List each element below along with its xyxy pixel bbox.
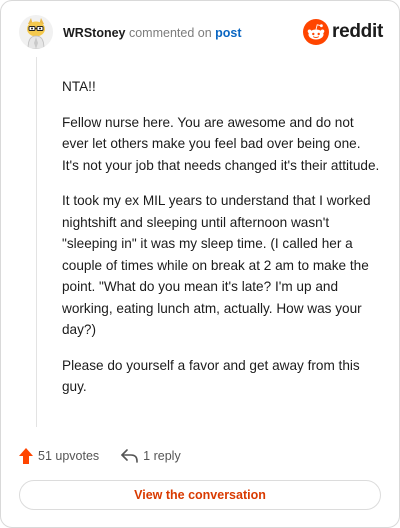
comment-paragraph: Fellow nurse here. You are awesome and d… — [62, 114, 380, 173]
comment-header: WRStoney commented on post reddit — [19, 15, 383, 51]
avatar[interactable] — [19, 15, 53, 49]
reddit-wordmark: reddit — [332, 21, 383, 42]
post-link[interactable]: post — [215, 26, 241, 40]
reddit-alien-icon — [303, 19, 330, 45]
reply-arrow-icon — [121, 449, 138, 463]
reply-stat[interactable]: 1 reply — [121, 449, 181, 463]
snoo-avatar-icon — [19, 15, 53, 49]
comment-body: NTA!! Fellow nurse here. You are awesome… — [62, 76, 380, 412]
comment-footer: 51 upvotes 1 reply — [19, 445, 181, 467]
upvote-arrow-icon — [19, 448, 33, 464]
reddit-logo[interactable]: reddit — [303, 18, 383, 46]
comment-meta: WRStoney commented on post — [63, 26, 242, 40]
action-text: commented on — [128, 26, 212, 40]
thread-line — [36, 57, 37, 427]
comment-card: WRStoney commented on post reddit NTA!! … — [0, 0, 400, 528]
comment-paragraph: Please do yourself a favor and get away … — [62, 357, 360, 395]
reply-count: 1 reply — [143, 449, 181, 463]
username-link[interactable]: WRStoney — [63, 26, 126, 40]
upvote-stat[interactable]: 51 upvotes — [19, 448, 99, 464]
comment-paragraph: It took my ex MIL years to understand th… — [62, 193, 371, 337]
view-conversation-button[interactable]: View the conversation — [19, 480, 381, 510]
comment-paragraph: NTA!! — [62, 79, 96, 94]
upvote-count: 51 upvotes — [38, 449, 100, 463]
